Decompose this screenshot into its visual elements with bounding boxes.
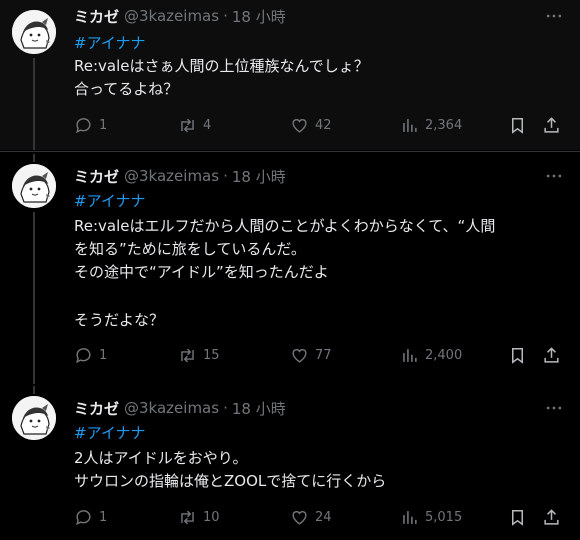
avatar[interactable]: [12, 396, 56, 440]
bookmark-icon: [508, 508, 527, 527]
retweet-count: 15: [203, 348, 220, 363]
like-count: 42: [315, 118, 332, 133]
reply-button[interactable]: 1: [74, 116, 107, 135]
view-count: 5,015: [425, 510, 463, 525]
tweet-header: ミカゼ @3kazeimas · 18 小時: [74, 166, 286, 186]
author-handle[interactable]: @3kazeimas: [124, 7, 219, 25]
tweet-text-line: そうだよな？: [74, 311, 165, 329]
bookmark-button[interactable]: [508, 346, 533, 365]
reply-icon: [74, 346, 93, 365]
thread-line: [33, 58, 35, 150]
share-icon: [542, 346, 561, 365]
view-count: 2,400: [425, 348, 463, 363]
reply-button[interactable]: 1: [74, 508, 107, 527]
separator-dot: ·: [223, 399, 228, 417]
tweet-text-line: Re:valeはさぁ人間の上位種族なんでしょ？: [74, 57, 369, 75]
retweet-count: 10: [203, 510, 220, 525]
views-icon: [400, 508, 419, 527]
like-button[interactable]: 24: [290, 508, 332, 527]
author-name[interactable]: ミカゼ: [74, 166, 119, 187]
retweet-icon: [178, 508, 197, 527]
timestamp[interactable]: 18 小時: [232, 398, 286, 419]
tweet-text-line: 2人はアイドルをおやり。: [74, 449, 248, 467]
reply-button[interactable]: 1: [74, 346, 107, 365]
retweet-button[interactable]: 15: [178, 346, 220, 365]
tweet-text-line: を知る”ために旅をしているんだ。: [74, 240, 306, 258]
views-icon: [400, 346, 419, 365]
separator-dot: ·: [223, 7, 228, 25]
like-button[interactable]: 77: [290, 346, 332, 365]
like-icon: [290, 508, 309, 527]
views-button[interactable]: 2,400: [400, 346, 462, 365]
reply-count: 1: [99, 510, 108, 525]
retweet-icon: [178, 346, 197, 365]
tweet-text-line: Re:valeはエルフだから人間のことがよくわからなくて、“人間: [74, 217, 496, 235]
retweet-icon: [178, 116, 197, 135]
retweet-button[interactable]: 10: [178, 508, 220, 527]
tweet-text-line: サウロンの指輪は俺とZOOLで捨てに行くから: [74, 472, 387, 490]
tweet-header: ミカゼ @3kazeimas · 18 小時: [74, 398, 286, 418]
reply-icon: [74, 116, 93, 135]
like-icon: [290, 346, 309, 365]
hashtag-link[interactable]: #アイナナ: [74, 190, 146, 211]
tweet-actions: 1 15 77 2,400: [74, 346, 570, 368]
share-icon: [542, 508, 561, 527]
tweet-actions: 1 4 42 2,364: [74, 116, 570, 138]
author-name[interactable]: ミカゼ: [74, 398, 119, 419]
more-icon[interactable]: [544, 398, 564, 418]
views-icon: [400, 116, 419, 135]
hashtag-link[interactable]: #アイナナ: [74, 422, 146, 443]
timestamp[interactable]: 18 小時: [232, 166, 286, 187]
bookmark-icon: [508, 116, 527, 135]
avatar[interactable]: [12, 10, 56, 54]
like-button[interactable]: 42: [290, 116, 332, 135]
tweet-3[interactable]: ミカゼ @3kazeimas · 18 小時 #アイナナ 2人はアイドルをおやり…: [0, 386, 580, 540]
author-handle[interactable]: @3kazeimas: [124, 399, 219, 417]
tweet-text-line: その途中で“アイドル”を知ったんだよ: [74, 263, 329, 281]
like-count: 24: [315, 510, 332, 525]
tweet-text-line: 合ってるよね？: [74, 80, 179, 98]
avatar[interactable]: [12, 164, 56, 208]
more-icon[interactable]: [544, 166, 564, 186]
author-name[interactable]: ミカゼ: [74, 6, 119, 27]
bookmark-button[interactable]: [508, 508, 533, 527]
view-count: 2,364: [425, 118, 463, 133]
tweet-2[interactable]: ミカゼ @3kazeimas · 18 小時 #アイナナ Re:valeはエルフ…: [0, 154, 580, 384]
retweet-button[interactable]: 4: [178, 116, 211, 135]
tweet-actions: 1 10 24 5,015: [74, 508, 570, 530]
like-count: 77: [315, 348, 332, 363]
tweet-header: ミカゼ @3kazeimas · 18 小時: [74, 6, 286, 26]
reply-count: 1: [99, 118, 108, 133]
share-button[interactable]: [542, 508, 567, 527]
share-button[interactable]: [542, 116, 567, 135]
share-button[interactable]: [542, 346, 567, 365]
tweet-1[interactable]: ミカゼ @3kazeimas · 18 小時 #アイナナ Re:valeはさぁ人…: [0, 0, 580, 150]
thread-line: [33, 212, 35, 384]
bookmark-icon: [508, 346, 527, 365]
thread-line: [33, 154, 35, 162]
share-icon: [542, 116, 561, 135]
tweet-divider: [0, 151, 580, 152]
reply-icon: [74, 508, 93, 527]
views-button[interactable]: 5,015: [400, 508, 462, 527]
more-icon[interactable]: [544, 6, 564, 26]
author-handle[interactable]: @3kazeimas: [124, 167, 219, 185]
like-icon: [290, 116, 309, 135]
bookmark-button[interactable]: [508, 116, 533, 135]
hashtag-link[interactable]: #アイナナ: [74, 32, 146, 53]
views-button[interactable]: 2,364: [400, 116, 462, 135]
reply-count: 1: [99, 348, 108, 363]
thread-line: [33, 386, 35, 394]
retweet-count: 4: [203, 118, 212, 133]
separator-dot: ·: [223, 167, 228, 185]
timestamp[interactable]: 18 小時: [232, 6, 286, 27]
